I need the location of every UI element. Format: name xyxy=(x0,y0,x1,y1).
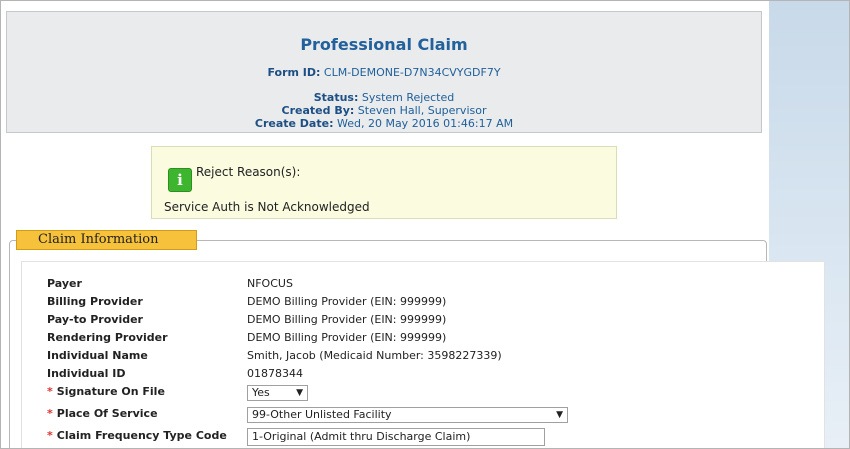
pay-to-provider-label: Pay-to Provider xyxy=(47,313,143,326)
claim-frequency-field[interactable]: 1-Original (Admit thru Discharge Claim) xyxy=(247,428,545,446)
individual-id-value: 01878344 xyxy=(247,367,303,380)
payer-value: NFOCUS xyxy=(247,277,293,290)
billing-provider-label: Billing Provider xyxy=(47,295,143,308)
reject-reason-message: Service Auth is Not Acknowledged xyxy=(164,200,370,214)
place-of-service-select[interactable]: 99-Other Unlisted Facility ▼ xyxy=(247,407,568,423)
claim-page: Professional Claim Form ID: CLM-DEMONE-D… xyxy=(0,0,850,449)
claim-information-tab[interactable]: Claim Information xyxy=(16,230,197,250)
required-marker: * xyxy=(47,385,53,398)
individual-name-label: Individual Name xyxy=(47,349,148,362)
place-of-service-selected: 99-Other Unlisted Facility xyxy=(252,408,392,421)
pay-to-provider-value: DEMO Billing Provider (EIN: 999999) xyxy=(247,313,447,326)
rendering-provider-value: DEMO Billing Provider (EIN: 999999) xyxy=(247,331,447,344)
reject-reasons-title: Reject Reason(s): xyxy=(196,165,301,179)
payer-label: Payer xyxy=(47,277,82,290)
create-date-label: Create Date: xyxy=(254,117,334,130)
required-marker: * xyxy=(47,429,53,442)
place-of-service-label: * Place Of Service xyxy=(47,407,158,420)
billing-provider-value: DEMO Billing Provider (EIN: 999999) xyxy=(247,295,447,308)
claim-frequency-label: * Claim Frequency Type Code xyxy=(47,429,227,442)
status-line: Status: System Rejected xyxy=(7,91,761,104)
form-id-line: Form ID: CLM-DEMONE-D7N34CVYGDF7Y xyxy=(7,66,761,79)
individual-id-label: Individual ID xyxy=(47,367,126,380)
info-icon: i xyxy=(168,168,192,192)
form-id-value: CLM-DEMONE-D7N34CVYGDF7Y xyxy=(323,66,501,79)
individual-name-value: Smith, Jacob (Medicaid Number: 359822733… xyxy=(247,349,502,362)
created-by-label: Created By: xyxy=(281,104,355,117)
rendering-provider-label: Rendering Provider xyxy=(47,331,168,344)
chevron-down-icon: ▼ xyxy=(296,388,303,398)
created-by-line: Created By: Steven Hall, Supervisor xyxy=(7,104,761,117)
create-date-line: Create Date: Wed, 20 May 2016 01:46:17 A… xyxy=(7,117,761,130)
signature-on-file-label: * Signature On File xyxy=(47,385,165,398)
page-title: Professional Claim xyxy=(300,35,468,54)
claim-header: Professional Claim Form ID: CLM-DEMONE-D… xyxy=(6,11,762,133)
status-value: System Rejected xyxy=(361,91,455,104)
required-marker: * xyxy=(47,407,53,420)
reject-reasons-box: i Reject Reason(s): Service Auth is Not … xyxy=(151,146,617,219)
claim-information-panel: Payer NFOCUS Billing Provider DEMO Billi… xyxy=(21,261,825,448)
signature-on-file-select[interactable]: Yes ▼ xyxy=(247,385,308,401)
form-id-label: Form ID: xyxy=(267,66,321,79)
create-date-value: Wed, 20 May 2016 01:46:17 AM xyxy=(336,117,514,130)
chevron-down-icon: ▼ xyxy=(556,410,563,420)
signature-on-file-selected: Yes xyxy=(252,386,270,399)
status-label: Status: xyxy=(313,91,359,104)
created-by-value: Steven Hall, Supervisor xyxy=(357,104,487,117)
